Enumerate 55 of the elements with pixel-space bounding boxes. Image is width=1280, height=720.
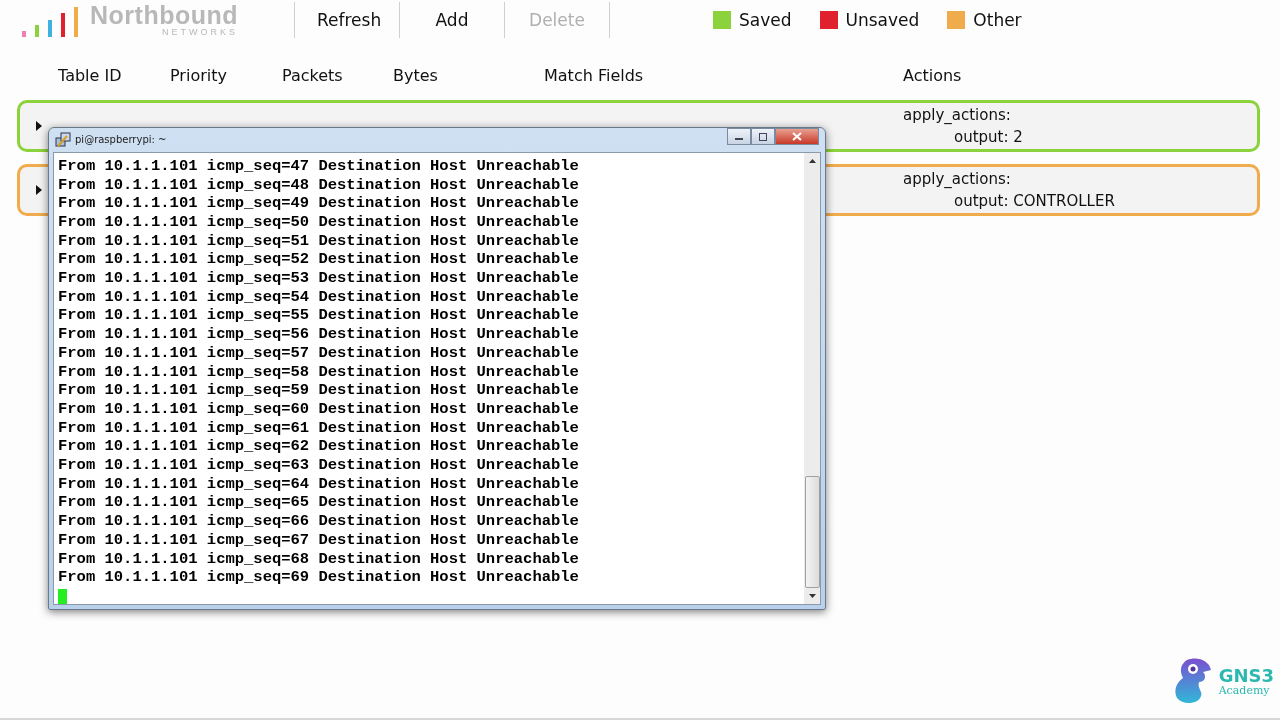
terminal-line: From 10.1.1.101 icmp_seq=54 Destination Host Unreachable — [58, 287, 580, 307]
terminal-line: From 10.1.1.101 icmp_seq=65 Destination Host Unreachable — [58, 493, 580, 513]
legend-label: Unsaved — [845, 10, 920, 30]
minimize-button[interactable] — [727, 128, 751, 145]
terminal-line: From 10.1.1.101 icmp_seq=58 Destination Host Unreachable — [58, 362, 580, 382]
terminal-line: From 10.1.1.101 icmp_seq=57 Destination Host Unreachable — [58, 343, 580, 363]
terminal-line: From 10.1.1.101 icmp_seq=52 Destination Host Unreachable — [58, 250, 580, 270]
legend-label: Saved — [739, 10, 792, 30]
maximize-icon — [758, 132, 768, 141]
terminal-line: From 10.1.1.101 icmp_seq=50 Destination Host Unreachable — [58, 212, 580, 232]
action-text: output: CONTROLLER — [953, 192, 1116, 210]
close-icon — [792, 132, 802, 141]
scroll-down-icon[interactable] — [808, 594, 816, 598]
column-header: Actions — [903, 65, 963, 85]
terminal-line: From 10.1.1.101 icmp_seq=49 Destination Host Unreachable — [58, 194, 580, 213]
terminal-line: From 10.1.1.101 icmp_seq=64 Destination Host Unreachable — [58, 474, 580, 494]
column-header: Bytes — [393, 65, 439, 85]
column-header: Packets — [282, 65, 344, 85]
terminal-line: From 10.1.1.101 icmp_seq=55 Destination Host Unreachable — [58, 306, 580, 326]
action-text: apply_actions: — [903, 170, 1012, 188]
terminal-line: From 10.1.1.101 icmp_seq=67 Destination Host Unreachable — [58, 530, 580, 550]
terminal-line: From 10.1.1.101 icmp_seq=61 Destination Host Unreachable — [58, 418, 580, 438]
action-text: apply_actions: — [903, 106, 1012, 124]
terminal-line: From 10.1.1.101 icmp_seq=68 Destination Host Unreachable — [58, 549, 580, 569]
scrollbar[interactable] — [804, 152, 820, 604]
brand-name: GNS3 — [1218, 666, 1274, 685]
brand-subtitle: Academy — [1218, 684, 1271, 696]
window-title: pi@raspberrypi: ~ — [75, 134, 167, 146]
terminal-line: From 10.1.1.101 icmp_seq=69 Destination Host Unreachable — [58, 568, 580, 587]
logo-name: Northbound — [90, 3, 238, 28]
legend-label: Other — [973, 10, 1022, 30]
terminal-line: From 10.1.1.101 icmp_seq=51 Destination Host Unreachable — [58, 231, 580, 251]
expand-caret-icon[interactable] — [35, 121, 43, 131]
putty-icon — [55, 131, 71, 148]
action-text: output: 2 — [953, 128, 1024, 146]
terminal-line: From 10.1.1.101 icmp_seq=56 Destination Host Unreachable — [58, 325, 580, 344]
close-button[interactable] — [775, 128, 819, 145]
terminal-line: From 10.1.1.101 icmp_seq=47 Destination Host Unreachable — [58, 156, 580, 176]
column-header: Match Fields — [544, 65, 645, 85]
column-header: Priority — [170, 65, 228, 85]
toolbar-button[interactable]: Refresh — [295, 10, 399, 30]
logo-tagline: NETWORKS — [162, 28, 238, 37]
maximize-button[interactable] — [751, 128, 775, 145]
expand-caret-icon[interactable] — [35, 185, 43, 195]
column-header: Table ID — [58, 65, 123, 85]
terminal-line: From 10.1.1.101 icmp_seq=60 Destination Host Unreachable — [58, 399, 580, 419]
terminal-line: From 10.1.1.101 icmp_seq=48 Destination Host Unreachable — [58, 175, 580, 195]
scrollbar-thumb[interactable] — [804, 476, 820, 588]
text-cursor — [58, 589, 67, 604]
terminal-line: From 10.1.1.101 icmp_seq=63 Destination Host Unreachable — [58, 456, 580, 475]
toolbar-button[interactable]: Add — [400, 10, 504, 30]
terminal-line: From 10.1.1.101 icmp_seq=66 Destination Host Unreachable — [58, 512, 580, 531]
terminal-line: From 10.1.1.101 icmp_seq=53 Destination Host Unreachable — [58, 269, 580, 288]
terminal-line: From 10.1.1.101 icmp_seq=59 Destination Host Unreachable — [58, 381, 580, 400]
terminal-line: From 10.1.1.101 icmp_seq=62 Destination Host Unreachable — [58, 437, 580, 457]
